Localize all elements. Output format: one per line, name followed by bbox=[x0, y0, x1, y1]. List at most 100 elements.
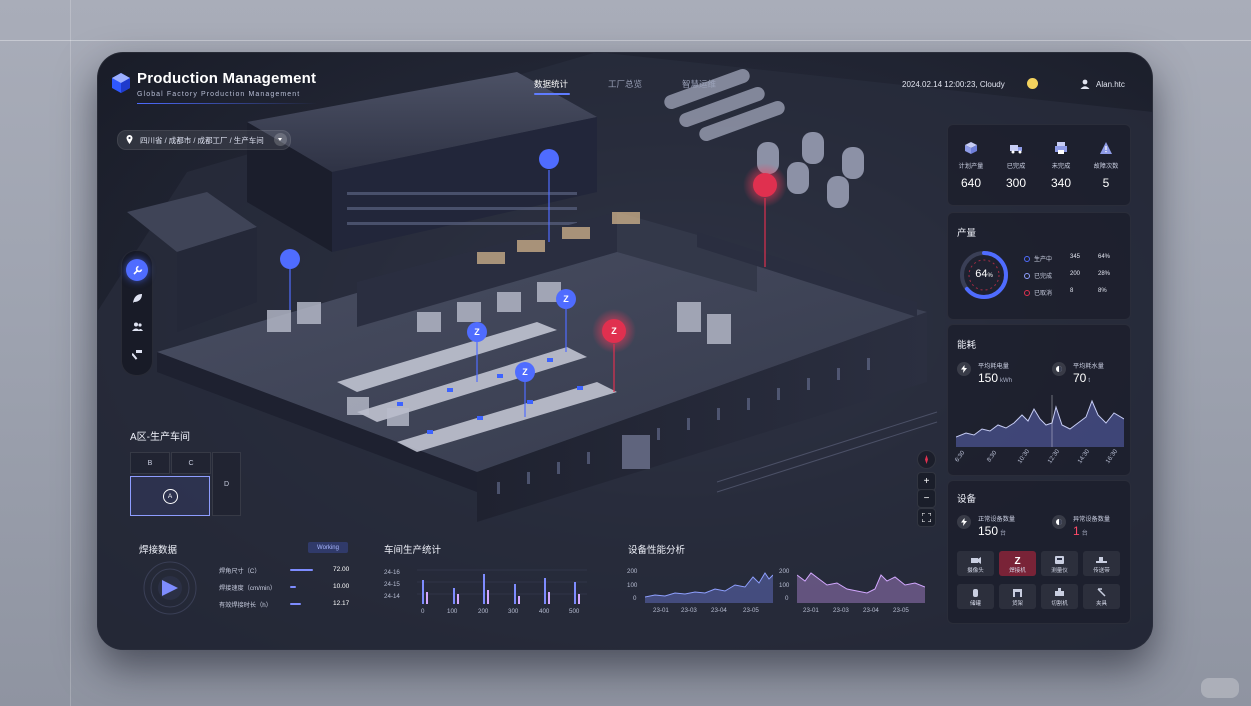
hammer-icon[interactable] bbox=[126, 343, 148, 365]
warning-icon bbox=[1100, 142, 1112, 154]
meter-icon bbox=[1055, 556, 1064, 564]
datetime-weather: 2024.02.14 12:00:23, Cloudy bbox=[902, 80, 1005, 89]
workshop-stats-title: 车间生产统计 bbox=[384, 545, 442, 556]
tab-factory-overview[interactable]: 工厂总览 bbox=[608, 78, 642, 90]
perf-x-tick: 23-05 bbox=[893, 607, 909, 614]
perf-left-y-tick: 200 bbox=[627, 568, 638, 575]
fullscreen-icon[interactable] bbox=[917, 508, 936, 527]
svg-text:Z: Z bbox=[611, 326, 617, 336]
energy-x-tick: 6:30 bbox=[953, 449, 967, 464]
zone-cell-a[interactable]: A bbox=[130, 476, 210, 516]
compass-icon[interactable] bbox=[917, 450, 936, 469]
energy-title: 能耗 bbox=[957, 340, 977, 351]
radar-gauge-icon bbox=[143, 561, 197, 615]
perf-x-tick: 23-03 bbox=[833, 607, 849, 614]
summary-label: 计划产量 bbox=[958, 163, 984, 170]
location-breadcrumb[interactable]: 四川省 / 成都市 / 成都工厂 / 生产车间 bbox=[117, 130, 291, 150]
zone-cell-b[interactable]: B bbox=[130, 452, 170, 474]
tab-active-indicator bbox=[534, 93, 570, 95]
users-icon[interactable] bbox=[126, 315, 148, 337]
wrench-icon[interactable] bbox=[126, 259, 148, 281]
equipment-tile-label: 切割机 bbox=[1051, 601, 1068, 607]
abnormal-equipment-unit: 台 bbox=[1081, 531, 1088, 537]
output-percent: 64 bbox=[975, 268, 988, 280]
output-card: 产量 64% 生产中 345 64% 已完成 200 28% 已取消 8 8% bbox=[947, 212, 1131, 320]
normal-equipment-unit: 台 bbox=[1000, 531, 1007, 537]
output-title: 产量 bbox=[957, 228, 977, 239]
equipment-tile-conveyor[interactable]: 传送带 bbox=[1083, 551, 1120, 576]
perf-area-chart-left bbox=[645, 572, 773, 603]
equipment-tile-fixture[interactable]: 夹具 bbox=[1083, 584, 1120, 609]
legend-count: 200 bbox=[1070, 271, 1081, 277]
equipment-tile-welder[interactable]: Z 焊接机 bbox=[999, 551, 1036, 576]
legend-percent: 28% bbox=[1098, 271, 1111, 277]
energy-area-chart bbox=[956, 395, 1124, 447]
equipment-card: 设备 正常设备数量 150 台 异常设备数量 1台 摄像头 Z 焊接机 测量仪 传… bbox=[947, 480, 1131, 624]
energy-x-tick: 16:30 bbox=[1104, 448, 1120, 465]
equipment-tile-shelf[interactable]: 货架 bbox=[999, 584, 1036, 609]
power-value-wrap: 150 kWh bbox=[978, 371, 1012, 385]
legend-label: 已完成 bbox=[1034, 274, 1053, 280]
chevron-down-icon[interactable] bbox=[274, 133, 287, 146]
energy-x-tick: 8:30 bbox=[985, 449, 999, 464]
leaf-icon[interactable] bbox=[126, 287, 148, 309]
cutter-icon bbox=[1055, 588, 1064, 596]
legend-count: 345 bbox=[1070, 254, 1081, 260]
perf-left-y-tick: 100 bbox=[627, 582, 638, 589]
perf-left-y-tick: 0 bbox=[633, 595, 637, 602]
svg-text:Z: Z bbox=[474, 327, 480, 337]
lightning-icon bbox=[957, 515, 971, 529]
fixture-icon bbox=[1097, 588, 1106, 597]
zoom-out-button[interactable]: − bbox=[917, 489, 936, 508]
legend-percent: 8% bbox=[1098, 288, 1107, 294]
legend-label: 生产中 bbox=[1034, 257, 1053, 263]
water-unit: t bbox=[1088, 378, 1091, 384]
energy-card: 能耗 平均耗电量 150 kWh 平均耗水量 70 t 6:30 8:30 10:3… bbox=[947, 324, 1131, 476]
svg-text:Z: Z bbox=[522, 367, 528, 377]
user-name[interactable]: Alan.htc bbox=[1096, 80, 1125, 89]
water-value: 70 bbox=[1073, 371, 1087, 385]
summary-value: 5 bbox=[1102, 176, 1110, 190]
background-guide bbox=[70, 0, 71, 706]
weld-value-3: 12.17 bbox=[333, 600, 350, 607]
workshop-x-tick: 0 bbox=[421, 608, 425, 615]
perf-x-tick: 23-01 bbox=[803, 607, 819, 614]
abnormal-equipment-label: 异常设备数量 bbox=[1073, 516, 1111, 523]
half-circle-icon bbox=[1052, 515, 1066, 529]
camera-icon bbox=[971, 557, 981, 564]
workshop-y-tick: 24-16 bbox=[384, 569, 400, 576]
app-title: Production Management bbox=[137, 70, 317, 87]
equipment-tile-camera[interactable]: 摄像头 bbox=[957, 551, 994, 576]
equipment-tile-meter[interactable]: 测量仪 bbox=[1041, 551, 1078, 576]
perf-x-tick: 23-01 bbox=[653, 607, 669, 614]
tab-data-stats[interactable]: 数据统计 bbox=[534, 78, 568, 90]
tab-smart-maintenance[interactable]: 智慧运维 bbox=[682, 78, 716, 90]
logo-icon bbox=[112, 73, 130, 93]
svg-text:Z: Z bbox=[563, 294, 569, 304]
weld-row-label-3: 有效焊接时长（h） bbox=[219, 602, 272, 609]
water-drop-icon bbox=[1052, 362, 1066, 376]
summary-value: 340 bbox=[1050, 176, 1072, 190]
weld-value-1: 72.00 bbox=[333, 566, 350, 573]
legend-dot-producing bbox=[1024, 256, 1030, 262]
zone-cell-d[interactable]: D bbox=[212, 452, 241, 516]
shelf-icon bbox=[1013, 589, 1022, 597]
equipment-tile-cutter[interactable]: 切割机 bbox=[1041, 584, 1078, 609]
title-accent-line bbox=[137, 103, 317, 104]
breadcrumb-text: 四川省 / 成都市 / 成都工厂 / 生产车间 bbox=[140, 136, 264, 145]
legend-dot-done bbox=[1024, 273, 1030, 279]
dashboard-window: Z Z Z Z Production Management Global Facto… bbox=[97, 52, 1153, 650]
legend-dot-cancelled bbox=[1024, 290, 1030, 296]
welding-title: 焊接数据 bbox=[139, 545, 178, 556]
summary-value: 300 bbox=[1005, 176, 1027, 190]
status-badge: Working bbox=[308, 542, 348, 553]
user-icon[interactable] bbox=[1080, 79, 1090, 89]
weld-bar-2 bbox=[290, 586, 296, 588]
workshop-x-tick: 100 bbox=[447, 608, 458, 615]
perf-x-tick: 23-05 bbox=[743, 607, 759, 614]
equipment-tile-label: 传送带 bbox=[1093, 568, 1110, 574]
normal-equipment-wrap: 150 台 bbox=[978, 524, 1006, 538]
zone-cell-c[interactable]: C bbox=[171, 452, 211, 474]
workshop-x-tick: 500 bbox=[569, 608, 580, 615]
equipment-tile-tank[interactable]: 储罐 bbox=[957, 584, 994, 609]
